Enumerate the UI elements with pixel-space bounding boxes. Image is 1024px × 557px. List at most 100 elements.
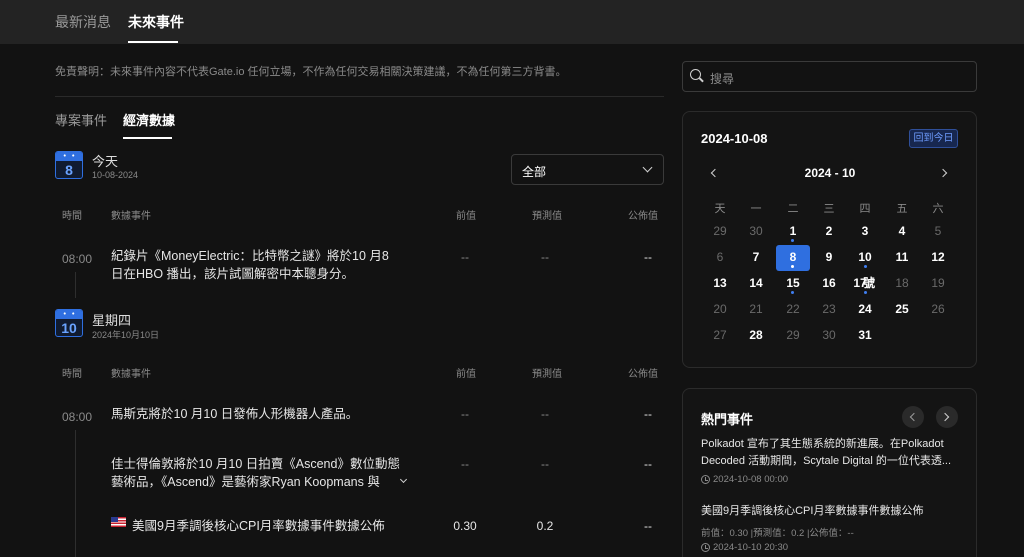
column-header-event: 數據事件 bbox=[111, 211, 151, 222]
event-title[interactable]: 藝術品，《Ascend》是藝術家Ryan Koopmans 與 bbox=[111, 473, 380, 491]
clock-icon bbox=[701, 475, 710, 484]
calendar-day[interactable]: 24 bbox=[850, 297, 880, 321]
calendar-day[interactable]: 19 bbox=[923, 271, 953, 295]
timeline-line bbox=[75, 430, 76, 557]
selected-date: 2024-10-08 bbox=[701, 131, 768, 146]
hot-event-text[interactable]: Decoded 活動期間，Scytale Digital 的一位代表透... bbox=[701, 453, 966, 470]
calendar-day[interactable]: 14 bbox=[741, 271, 771, 295]
day-date: 10-08-2024 bbox=[92, 170, 139, 180]
forecast-value: 0.2 bbox=[536, 519, 554, 533]
column-header-time: 時間 bbox=[62, 211, 82, 222]
calendar-day-icon: • • 8 bbox=[55, 151, 83, 179]
active-tab-indicator bbox=[128, 41, 178, 43]
calendar-day[interactable]: 28 bbox=[741, 323, 771, 347]
column-header-forecast: 預測值 bbox=[532, 211, 562, 222]
hot-event-values: 前值：0.30 |預測值：0.2 |公佈值：-- bbox=[701, 528, 854, 539]
column-header-actual: 公佈值 bbox=[628, 369, 658, 380]
actual-value: -- bbox=[644, 250, 652, 264]
back-to-today-button[interactable]: 回到今日 bbox=[909, 129, 958, 148]
calendar-day[interactable]: 12 bbox=[923, 245, 953, 269]
event-indicator-dot bbox=[864, 265, 867, 268]
event-indicator-dot bbox=[791, 239, 794, 242]
calendar-day[interactable]: 5 bbox=[923, 219, 953, 243]
calendar-day[interactable]: 11 bbox=[887, 245, 917, 269]
calendar-day[interactable]: 30 bbox=[741, 219, 771, 243]
calendar-month-label: 2024 - 10 bbox=[804, 166, 856, 180]
actual-value: -- bbox=[644, 457, 652, 471]
tab-latest-news[interactable]: 最新消息 bbox=[55, 12, 111, 32]
calendar-day[interactable]: 31 bbox=[850, 323, 880, 347]
search-icon bbox=[690, 69, 701, 80]
weekday-label: 二 bbox=[787, 203, 799, 215]
hot-event-text[interactable]: Polkadot 宣布了其生態系統的新進展。在Polkadot bbox=[701, 436, 966, 453]
calendar-day[interactable]: 29 bbox=[705, 219, 735, 243]
event-time: 08:00 bbox=[62, 252, 93, 266]
event-time: 08:00 bbox=[62, 410, 93, 424]
weekday-label: 一 bbox=[750, 203, 762, 215]
tab-project-events[interactable]: 專案事件 bbox=[55, 110, 107, 129]
timeline-line bbox=[75, 272, 76, 298]
hot-event-time: 2024-10-08 00:00 bbox=[713, 474, 789, 485]
calendar-day[interactable]: 7 bbox=[741, 245, 771, 269]
disclaimer-text: 免責聲明：未來事件內容不代表Gate.io 任何立場，不作為任何交易相關決策建議… bbox=[55, 66, 567, 78]
calendar-day-icon: • • 10 bbox=[55, 309, 83, 337]
expand-chevron-icon[interactable] bbox=[399, 475, 408, 484]
day-date: 2024年10月10日 bbox=[92, 330, 160, 340]
weekday-label: 六 bbox=[932, 203, 944, 215]
event-title[interactable]: 日在HBO 播出，該片試圖解密中本聰身分。 bbox=[111, 265, 354, 283]
column-header-previous: 前值 bbox=[456, 369, 476, 380]
event-indicator-dot bbox=[791, 291, 794, 294]
previous-value: -- bbox=[461, 457, 469, 471]
hot-event-text[interactable]: 美國9月季調後核心CPI月率數據事件數據公佈 bbox=[701, 503, 966, 520]
calendar-day[interactable]: 20 bbox=[705, 297, 735, 321]
weekday-label: 五 bbox=[896, 203, 908, 215]
calendar-day[interactable]: 30 bbox=[814, 323, 844, 347]
forecast-value: -- bbox=[541, 457, 549, 471]
event-indicator-dot bbox=[791, 265, 794, 268]
calendar-day[interactable]: 16 bbox=[814, 271, 844, 295]
event-title[interactable]: 紀錄片《MoneyElectric：比特幣之謎》將於10 月8 bbox=[111, 247, 389, 265]
calendar-day[interactable]: 29 bbox=[778, 323, 808, 347]
calendar-day[interactable]: 21 bbox=[741, 297, 771, 321]
calendar-day[interactable]: 22 bbox=[778, 297, 808, 321]
hot-events-prev-button[interactable] bbox=[902, 406, 924, 428]
calendar-day[interactable]: 26 bbox=[923, 297, 953, 321]
previous-value: -- bbox=[461, 250, 469, 264]
weekday-label: 天 bbox=[714, 203, 726, 215]
column-header-previous: 前值 bbox=[456, 211, 476, 222]
event-title[interactable]: 美國9月季調後核心CPI月率數據事件數據公佈 bbox=[132, 517, 385, 535]
chevron-left-icon bbox=[909, 412, 919, 422]
calendar-day[interactable]: 2 bbox=[814, 219, 844, 243]
calendar-day[interactable]: 23 bbox=[814, 297, 844, 321]
calendar-day[interactable]: 4 bbox=[887, 219, 917, 243]
clock-icon bbox=[701, 543, 710, 552]
calendar-day[interactable]: 27 bbox=[705, 323, 735, 347]
actual-value: -- bbox=[644, 407, 652, 421]
event-title[interactable]: 佳士得倫敦將於10 月10 日拍賣《Ascend》數位動態 bbox=[111, 455, 400, 473]
hot-event-time: 2024-10-10 20:30 bbox=[713, 542, 789, 553]
calendar-day[interactable]: 9 bbox=[814, 245, 844, 269]
active-subtab-indicator bbox=[123, 137, 172, 139]
hot-events-next-button[interactable] bbox=[936, 406, 958, 428]
forecast-value: -- bbox=[541, 250, 549, 264]
weekday-label: 四 bbox=[859, 203, 871, 215]
previous-value: 0.30 bbox=[453, 519, 477, 533]
calendar-day[interactable]: 13 bbox=[705, 271, 735, 295]
forecast-value: -- bbox=[541, 407, 549, 421]
column-header-time: 時間 bbox=[62, 369, 82, 380]
calendar-day[interactable]: 6 bbox=[705, 245, 735, 269]
event-indicator-dot bbox=[864, 291, 867, 294]
tab-upcoming-events[interactable]: 未來事件 bbox=[128, 12, 184, 32]
event-title[interactable]: 馬斯克將於10 月10 日發佈人形機器人產品。 bbox=[111, 405, 358, 423]
event-filter-select[interactable]: 全部 bbox=[511, 154, 664, 185]
hot-events-title: 熱門事件 bbox=[701, 412, 754, 427]
calendar-day[interactable]: 18 bbox=[887, 271, 917, 295]
column-header-event: 數據事件 bbox=[111, 369, 151, 380]
previous-value: -- bbox=[461, 407, 469, 421]
weekday-label: 三 bbox=[823, 203, 835, 215]
chevron-down-icon bbox=[642, 162, 653, 173]
calendar-day[interactable]: 25 bbox=[887, 297, 917, 321]
calendar-day[interactable]: 3 bbox=[850, 219, 880, 243]
search-placeholder: 搜尋 bbox=[710, 72, 735, 86]
tab-economic-data[interactable]: 經濟數據 bbox=[123, 110, 175, 129]
